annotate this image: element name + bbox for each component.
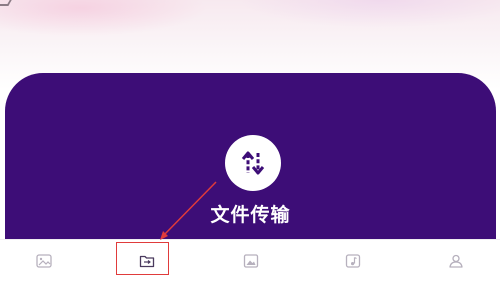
tab-image[interactable] (17, 240, 71, 281)
tab-music[interactable] (326, 240, 380, 281)
transfer-arrows-icon[interactable] (225, 135, 281, 191)
profile-icon (449, 254, 463, 268)
file-transfer-feature[interactable]: 文件传输 (5, 73, 496, 248)
feature-card: 文件传输 (5, 73, 496, 248)
transfer-arrows-glyph (241, 151, 265, 175)
tab-file-transfer[interactable] (120, 240, 174, 281)
feature-label: 文件传输 (210, 204, 291, 226)
album-icon (243, 253, 259, 268)
bottom-tab-bar (0, 239, 500, 281)
image-icon (36, 253, 52, 268)
music-icon (345, 253, 361, 268)
tab-profile[interactable] (429, 240, 483, 281)
folder-transfer-icon (139, 255, 155, 267)
header-background (0, 0, 500, 60)
tab-album[interactable] (224, 240, 278, 281)
